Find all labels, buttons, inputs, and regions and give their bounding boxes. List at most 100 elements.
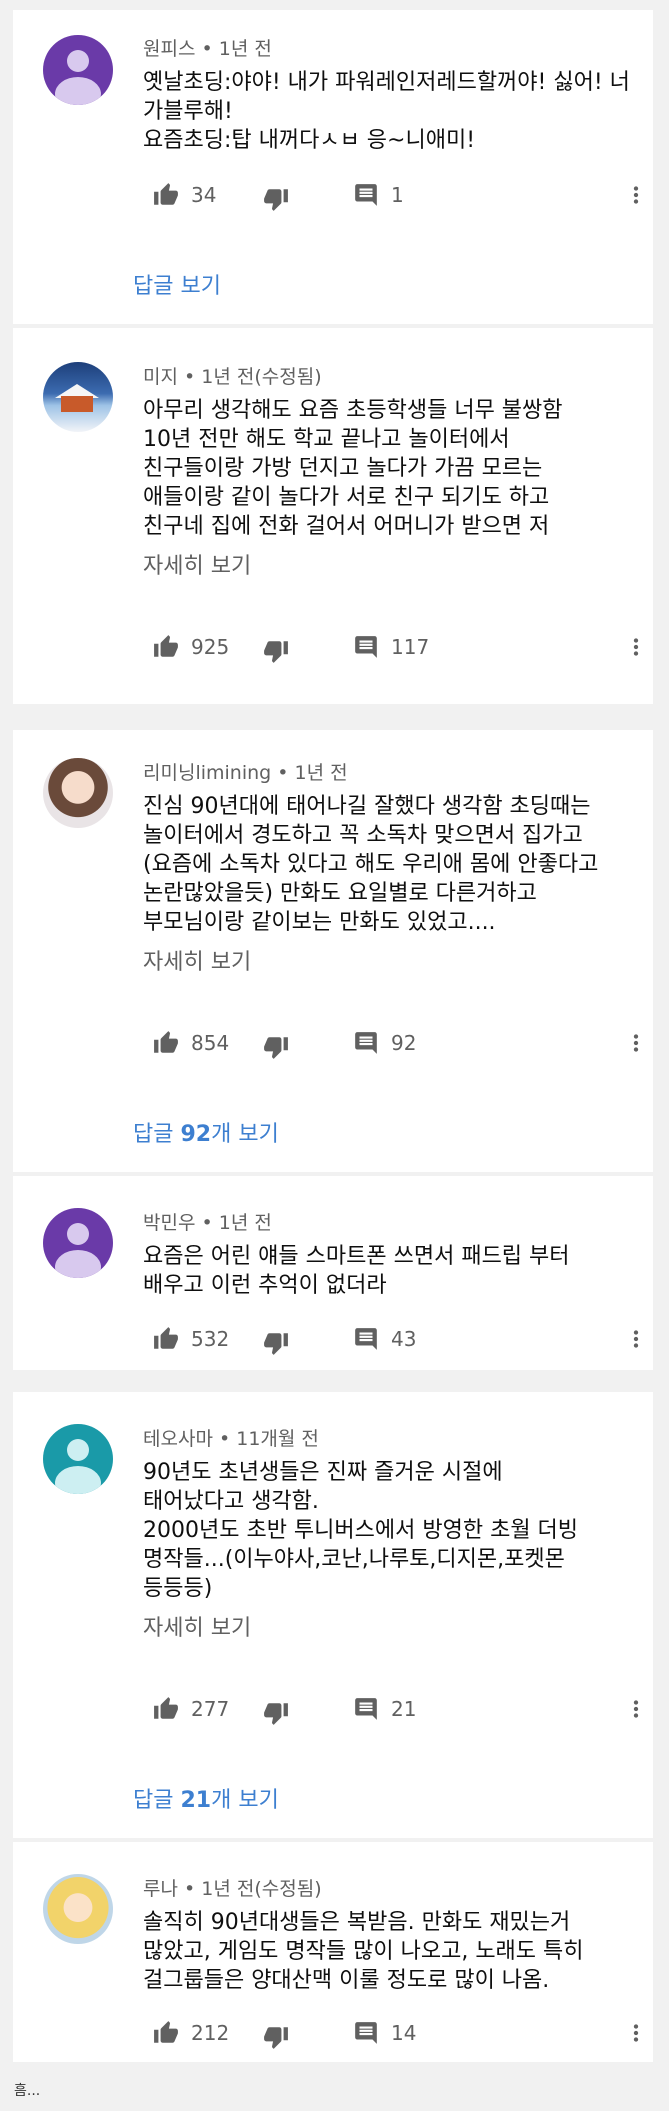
avatar[interactable] xyxy=(43,362,113,432)
avatar-shoulders xyxy=(55,1466,101,1494)
thumbs-down-icon xyxy=(264,2027,288,2049)
comment-actions: 212 14 xyxy=(143,2020,653,2056)
comment-text: 진심 90년대에 태어나길 잘했다 생각함 초딩때는 놀이터에서 경도하고 꼭 … xyxy=(143,794,599,935)
comment-icon xyxy=(355,636,377,658)
comment-author[interactable]: 테오사마 xyxy=(143,1428,213,1450)
avatar-shoulders xyxy=(55,1250,101,1278)
meta-separator: • xyxy=(201,1212,213,1234)
comment-meta: 박민우 • 1년 전 xyxy=(143,1208,272,1235)
avatar-head xyxy=(67,1223,89,1245)
comment-text: 아무리 생각해도 요즘 초등학생들 너무 불쌍함 10년 전만 해도 학교 끝나… xyxy=(143,398,563,539)
reply-count: 43 xyxy=(391,1327,417,1351)
dislike-button[interactable] xyxy=(263,1330,289,1356)
more-options-button[interactable] xyxy=(623,2020,649,2046)
avatar-head xyxy=(67,50,89,72)
comment-time[interactable]: 1년 전 xyxy=(295,762,348,784)
comment-actions: 277 21 xyxy=(143,1696,653,1732)
dislike-button[interactable] xyxy=(263,1034,289,1060)
avatar-head xyxy=(67,1439,89,1461)
avatar[interactable] xyxy=(43,1874,113,1944)
like-count: 212 xyxy=(191,2021,230,2045)
like-button[interactable]: 854 xyxy=(153,1030,229,1056)
comment-author[interactable]: 미지 xyxy=(143,366,178,388)
like-count: 532 xyxy=(191,1327,230,1351)
comment-icon xyxy=(355,2022,377,2044)
comment-card: 원피스 • 1년 전 옛날초딩:야야! 내가 파워레인저레드할꺼야! 싫어! 너… xyxy=(13,10,653,324)
comment-card: 루나 • 1년 전(수정됨) 솔직히 90년대생들은 복받음. 만화도 재밌는거… xyxy=(13,1842,653,2062)
like-button[interactable]: 34 xyxy=(153,182,216,208)
reply-button[interactable]: 14 xyxy=(353,2020,416,2046)
comment-icon xyxy=(355,184,377,206)
comment-actions: 854 92 xyxy=(143,1030,653,1066)
comment-author[interactable]: 루나 xyxy=(143,1878,178,1900)
comment-time[interactable]: 1년 전(수정됨) xyxy=(201,1878,321,1900)
reply-count: 1 xyxy=(391,183,404,207)
comment-time[interactable]: 1년 전 xyxy=(219,1212,272,1234)
comment-actions: 532 43 xyxy=(143,1326,653,1362)
comment-author[interactable]: 리미닝limining xyxy=(143,762,271,784)
view-replies-link[interactable]: 답글 21개 보기 xyxy=(133,1782,279,1814)
view-replies-count: 21 xyxy=(180,1788,212,1813)
comment-text: 옛날초딩:야야! 내가 파워레인저레드할꺼야! 싫어! 너가블루해! 요즘초딩:… xyxy=(143,70,630,153)
thumbs-down-icon xyxy=(264,1703,288,1725)
view-replies-prefix: 답글 xyxy=(133,1122,181,1147)
comment-author[interactable]: 원피스 xyxy=(143,38,195,60)
read-more-link[interactable]: 자세히 보기 xyxy=(143,944,251,976)
reply-button[interactable]: 43 xyxy=(353,1326,416,1352)
read-more-link[interactable]: 자세히 보기 xyxy=(143,548,251,580)
comment-card: 미지 • 1년 전(수정됨) 아무리 생각해도 요즘 초등학생들 너무 불쌍함 … xyxy=(13,328,653,704)
like-button[interactable]: 277 xyxy=(153,1696,229,1722)
dislike-button[interactable] xyxy=(263,2024,289,2050)
avatar-shoulders xyxy=(55,77,101,105)
view-replies-link[interactable]: 답글 92개 보기 xyxy=(133,1116,279,1148)
comment-meta: 원피스 • 1년 전 xyxy=(143,34,272,61)
comment-text: 요즘은 어린 얘들 스마트폰 쓰면서 패드립 부터 배우고 이런 추억이 없더라 xyxy=(143,1244,570,1298)
like-count: 277 xyxy=(191,1697,230,1721)
avatar[interactable] xyxy=(43,35,113,105)
comment-icon xyxy=(355,1698,377,1720)
reply-count: 21 xyxy=(391,1697,417,1721)
view-replies-count: 92 xyxy=(180,1122,212,1147)
comment-icon xyxy=(355,1328,377,1350)
comment-card: 테오사마 • 11개월 전 90년도 초년생들은 진짜 즐거운 시절에 태어났다… xyxy=(13,1392,653,1838)
like-button[interactable]: 532 xyxy=(153,1326,229,1352)
comment-meta: 리미닝limining • 1년 전 xyxy=(143,758,348,785)
like-button[interactable]: 925 xyxy=(153,634,229,660)
avatar[interactable] xyxy=(43,1208,113,1278)
thumbs-up-icon xyxy=(154,1697,178,1719)
avatar[interactable] xyxy=(43,758,113,828)
more-options-button[interactable] xyxy=(623,1326,649,1352)
more-options-button[interactable] xyxy=(623,1030,649,1056)
more-options-button[interactable] xyxy=(623,634,649,660)
more-options-button[interactable] xyxy=(623,182,649,208)
thumbs-down-icon xyxy=(264,189,288,211)
like-button[interactable]: 212 xyxy=(153,2020,229,2046)
comment-author[interactable]: 박민우 xyxy=(143,1212,195,1234)
comment-actions: 925 117 xyxy=(143,634,653,670)
read-more-link[interactable]: 자세히 보기 xyxy=(143,1610,251,1642)
avatar[interactable] xyxy=(43,1424,113,1494)
view-replies-suffix: 개 보기 xyxy=(211,1122,279,1147)
like-count: 854 xyxy=(191,1031,230,1055)
more-options-button[interactable] xyxy=(623,1696,649,1722)
view-replies-suffix: 개 보기 xyxy=(211,1788,279,1813)
comment-text: 솔직히 90년대생들은 복받음. 만화도 재밌는거 많았고, 게임도 명작들 많… xyxy=(143,1910,584,1993)
dislike-button[interactable] xyxy=(263,638,289,664)
reply-button[interactable]: 1 xyxy=(353,182,404,208)
dislike-button[interactable] xyxy=(263,186,289,212)
thumbs-up-icon xyxy=(154,183,178,205)
comment-time[interactable]: 1년 전(수정됨) xyxy=(201,366,321,388)
meta-separator: • xyxy=(184,1878,196,1900)
meta-separator: • xyxy=(184,366,196,388)
more-vert-icon xyxy=(633,638,639,656)
comment-time[interactable]: 11개월 전 xyxy=(236,1428,319,1450)
thumbs-up-icon xyxy=(154,2021,178,2043)
reply-button[interactable]: 117 xyxy=(353,634,429,660)
view-replies-link[interactable]: 답글 보기 xyxy=(133,268,221,300)
thumbs-up-icon xyxy=(154,635,178,657)
thumbs-up-icon xyxy=(154,1031,178,1053)
reply-button[interactable]: 92 xyxy=(353,1030,416,1056)
dislike-button[interactable] xyxy=(263,1700,289,1726)
reply-button[interactable]: 21 xyxy=(353,1696,416,1722)
comment-time[interactable]: 1년 전 xyxy=(219,38,272,60)
